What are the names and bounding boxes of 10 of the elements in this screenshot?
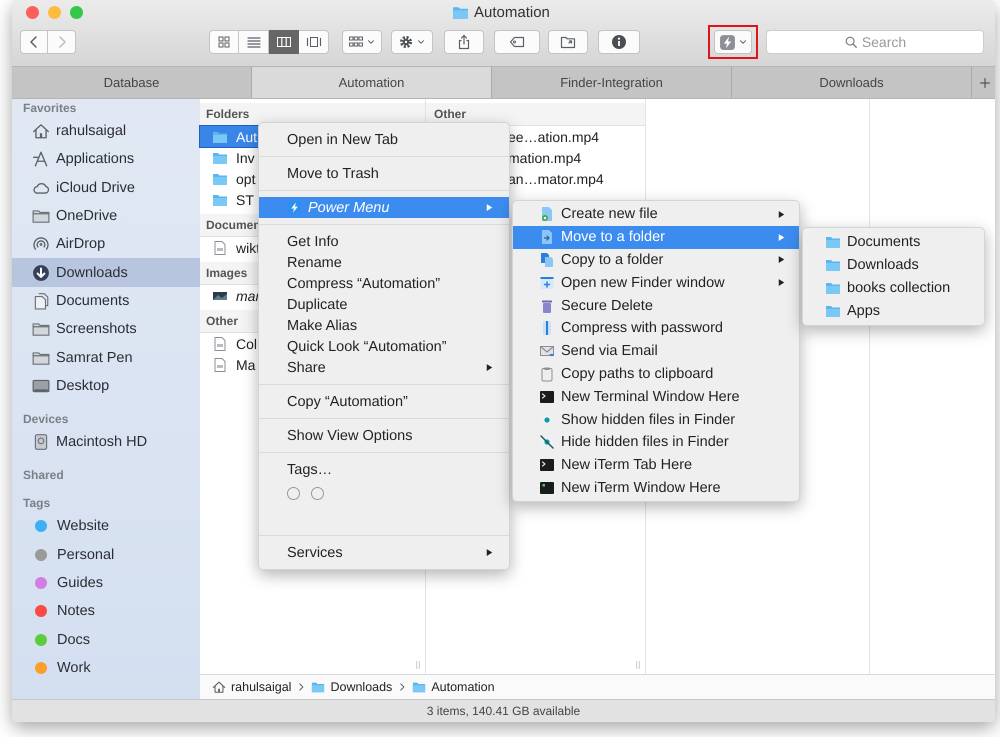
section-header: Other bbox=[426, 103, 645, 126]
sidebar-heading: Favorites bbox=[23, 101, 76, 115]
status-text: 3 items, 140.41 GB available bbox=[426, 704, 580, 718]
path-label: Downloads bbox=[330, 680, 392, 694]
window-title: Automation bbox=[474, 4, 550, 21]
sidebar-heading: Tags bbox=[23, 496, 50, 510]
path-label: rahulsaigal bbox=[231, 680, 292, 694]
sidebar-heading: Shared bbox=[23, 468, 64, 482]
sidebar-heading: Devices bbox=[23, 412, 68, 426]
path-label: Automation bbox=[431, 680, 495, 694]
